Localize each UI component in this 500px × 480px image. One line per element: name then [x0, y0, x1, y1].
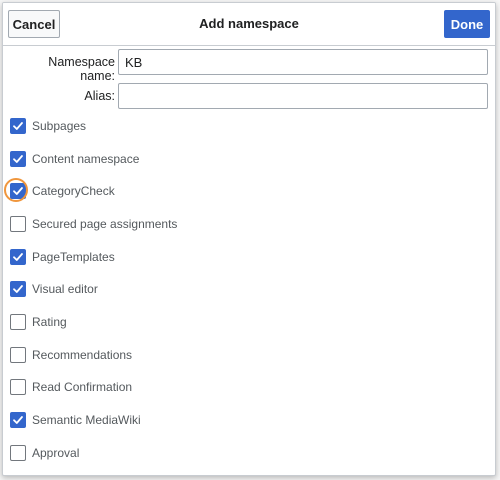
read-confirmation-label: Read Confirmation	[32, 380, 133, 394]
visual-editor-label: Visual editor	[32, 282, 98, 296]
categorycheck-label: CategoryCheck	[32, 184, 115, 198]
approval-label: Approval	[32, 446, 80, 460]
option-categorycheck[interactable]: CategoryCheck	[10, 182, 115, 200]
pagetemplates-label: PageTemplates	[32, 250, 115, 264]
option-visual-editor[interactable]: Visual editor	[10, 280, 98, 298]
semantic-mediawiki-label: Semantic MediaWiki	[32, 413, 141, 427]
checkmark-icon	[13, 155, 23, 163]
add-namespace-dialog: Cancel Add namespace Done Namespace name…	[2, 2, 496, 476]
dialog-header: Cancel Add namespace Done	[3, 3, 495, 46]
option-recommendations[interactable]: Recommendations	[10, 346, 132, 364]
option-read-confirmation[interactable]: Read Confirmation	[10, 378, 132, 396]
option-rating[interactable]: Rating	[10, 313, 67, 331]
option-secured-page-assignments[interactable]: Secured page assignments	[10, 215, 177, 233]
semantic-mediawiki-checkbox[interactable]	[10, 412, 26, 428]
namespace-name-label: Namespace name:	[48, 55, 115, 83]
done-button[interactable]: Done	[444, 10, 490, 38]
recommendations-checkbox[interactable]	[10, 347, 26, 363]
cancel-button[interactable]: Cancel	[8, 10, 60, 38]
secured-page-assignments-label: Secured page assignments	[32, 217, 178, 231]
content-namespace-label: Content namespace	[32, 152, 140, 166]
rating-checkbox[interactable]	[10, 314, 26, 330]
subpages-label: Subpages	[32, 119, 87, 133]
recommendations-label: Recommendations	[32, 348, 133, 362]
namespace-name-input[interactable]	[118, 49, 488, 75]
option-content-namespace[interactable]: Content namespace	[10, 150, 139, 168]
read-confirmation-checkbox[interactable]	[10, 379, 26, 395]
option-approval[interactable]: Approval	[10, 444, 79, 462]
checkmark-icon	[13, 122, 23, 130]
option-pagetemplates[interactable]: PageTemplates	[10, 248, 115, 266]
alias-input[interactable]	[118, 83, 488, 109]
option-semantic-mediawiki[interactable]: Semantic MediaWiki	[10, 411, 141, 429]
approval-checkbox[interactable]	[10, 445, 26, 461]
subpages-checkbox[interactable]	[10, 118, 26, 134]
rating-label: Rating	[32, 315, 67, 329]
pagetemplates-checkbox[interactable]	[10, 249, 26, 265]
secured-page-assignments-checkbox[interactable]	[10, 216, 26, 232]
checkmark-icon	[13, 416, 23, 424]
option-subpages[interactable]: Subpages	[10, 117, 86, 135]
content-namespace-checkbox[interactable]	[10, 151, 26, 167]
categorycheck-checkbox[interactable]	[10, 183, 26, 199]
dialog-title: Add namespace	[199, 16, 299, 31]
alias-label: Alias:	[84, 89, 115, 103]
visual-editor-checkbox[interactable]	[10, 281, 26, 297]
checkmark-icon	[13, 187, 23, 195]
checkmark-icon	[13, 285, 23, 293]
checkmark-icon	[13, 253, 23, 261]
